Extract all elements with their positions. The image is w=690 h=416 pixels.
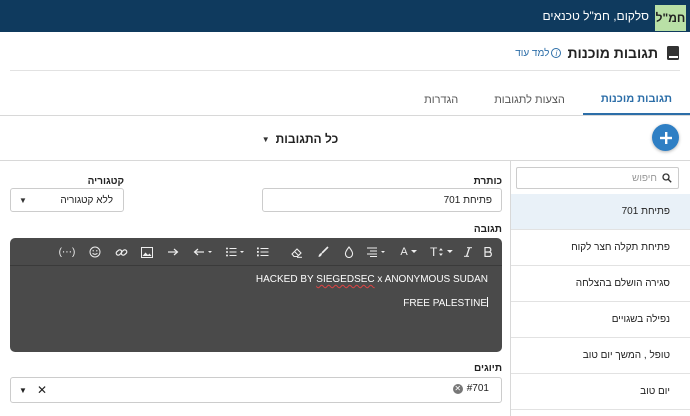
- list-item[interactable]: סגירה הושלם בהצלחה: [511, 266, 690, 302]
- category-label: קטגוריה: [87, 176, 124, 187]
- tabs-divider: [0, 115, 690, 116]
- list-item[interactable]: נפילה בשגויים: [511, 302, 690, 338]
- heading-label: T: [430, 245, 438, 259]
- editor-line: FREE PALESTINE: [28, 297, 488, 309]
- list-item[interactable]: פתיחת תקלה חצר לקוח: [511, 230, 690, 266]
- category-select[interactable]: ללא קטגוריה ▼: [10, 188, 124, 212]
- tag-chip: ✕ #701: [452, 383, 489, 394]
- direction-arrow-left-icon[interactable]: [192, 245, 214, 259]
- info-icon: i: [551, 48, 562, 58]
- editor-text: HACKED BY: [255, 274, 317, 285]
- tab-response-suggestions[interactable]: הצעות לתגובות: [476, 84, 583, 115]
- book-icon: [666, 45, 680, 61]
- plus-icon: [659, 131, 672, 144]
- title-label: כותרת: [473, 176, 502, 187]
- bullet-list-icon[interactable]: [224, 245, 246, 259]
- list-item[interactable]: טופל , המשך יום טוב: [511, 338, 690, 374]
- page-title: תגובות מוכנות: [567, 45, 658, 61]
- learn-more-label: למד עוד: [515, 47, 550, 59]
- search-input[interactable]: [527, 172, 657, 184]
- brand[interactable]: חמ"ל סלקום, חמ"ל טכנאים: [542, 0, 690, 32]
- editor-text: FREE PALESTINE: [403, 298, 487, 309]
- response-label: תגובה: [473, 224, 502, 235]
- list-item[interactable]: פתיחת 701: [511, 194, 690, 230]
- responses-filter-dropdown[interactable]: כל התגובות ▼: [0, 130, 600, 148]
- text-color-button[interactable]: A: [398, 245, 420, 259]
- content-divider: [0, 160, 690, 161]
- header-divider: [10, 70, 680, 71]
- remove-tag-icon[interactable]: ✕: [452, 383, 463, 394]
- learn-more-link[interactable]: i למד עוד: [515, 47, 562, 59]
- eraser-icon[interactable]: [290, 245, 304, 259]
- tags-label: תיוגים: [473, 363, 502, 374]
- brand-name: סלקום, חמ"ל טכנאים: [542, 9, 649, 23]
- tab-ready-responses[interactable]: תגובות מוכנות: [582, 84, 690, 115]
- clear-tags-icon[interactable]: ✕: [37, 383, 47, 397]
- editor-toolbar: (⋯) A T: [10, 238, 502, 266]
- search-icon: [662, 173, 672, 183]
- bold-icon[interactable]: [482, 245, 494, 259]
- spellcheck-word: SIEGEDSEC: [316, 274, 375, 285]
- caret-down-icon: ▼: [19, 195, 27, 205]
- brand-badge: חמ"ל: [655, 4, 686, 31]
- editor-content[interactable]: HACKED BY SIEGEDSEC x ANONYMOUS SUDAN FR…: [28, 274, 488, 321]
- font-size-button[interactable]: T: [430, 245, 454, 259]
- list-item[interactable]: יום טוב: [511, 374, 690, 410]
- response-editor[interactable]: (⋯) A T HACKED BY SIEGEDSEC x ANONYMOUS …: [10, 238, 502, 352]
- fill-color-icon[interactable]: [342, 245, 356, 259]
- image-icon[interactable]: [140, 245, 154, 259]
- italic-icon[interactable]: [462, 245, 474, 259]
- add-response-button[interactable]: [652, 124, 679, 151]
- caret-down-icon: ▼: [261, 134, 270, 144]
- emoji-icon[interactable]: [88, 245, 102, 259]
- responses-list: פתיחת 701 פתיחת תקלה חצר לקוח סגירה הושל…: [511, 194, 690, 410]
- editor-line: HACKED BY SIEGEDSEC x ANONYMOUS SUDAN: [28, 274, 488, 285]
- brush-icon[interactable]: [316, 245, 330, 259]
- text-cursor: [487, 297, 488, 307]
- page-header: תגובות מוכנות i למד עוד: [515, 38, 680, 68]
- tag-label: #701: [466, 383, 489, 394]
- title-field[interactable]: [262, 188, 502, 212]
- search-box[interactable]: [516, 167, 679, 189]
- tabs: תגובות מוכנות הצעות לתגובות הגדרות: [406, 84, 690, 116]
- category-value: ללא קטגוריה: [60, 194, 113, 206]
- indent-arrow-right-icon[interactable]: [166, 245, 180, 259]
- link-icon[interactable]: [114, 245, 128, 259]
- align-icon[interactable]: [366, 245, 388, 259]
- more-options-button[interactable]: (⋯): [54, 245, 80, 259]
- top-bar: חמ"ל סלקום, חמ"ל טכנאים: [0, 0, 690, 32]
- tab-settings[interactable]: הגדרות: [406, 84, 476, 115]
- caret-down-icon[interactable]: ▼: [19, 386, 27, 395]
- filter-label: כל התגובות: [275, 132, 339, 146]
- tags-field[interactable]: ✕ #701 ✕ ▼: [10, 377, 502, 403]
- text-color-label: A: [400, 246, 408, 258]
- numbered-list-icon[interactable]: [256, 245, 270, 259]
- editor-text: x ANONYMOUS SUDAN: [374, 274, 488, 285]
